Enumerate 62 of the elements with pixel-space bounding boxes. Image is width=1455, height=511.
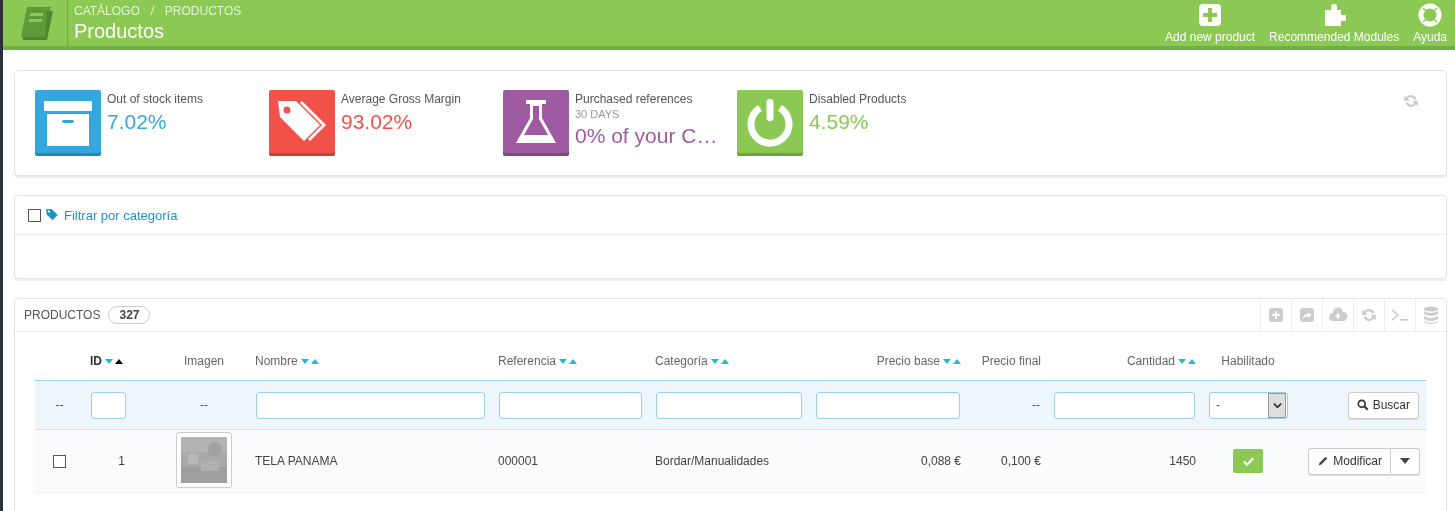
table-cell: 1450 (1169, 454, 1196, 468)
dropdown-button[interactable] (1391, 447, 1420, 475)
sort-descending-icon[interactable] (943, 359, 951, 365)
kpi-value: 0% of your C… (575, 124, 718, 148)
chevron-down-icon (1272, 400, 1282, 410)
sort-descending-icon[interactable] (1178, 359, 1186, 365)
kpi-label: Average Gross Margin (341, 92, 461, 106)
breadcrumb-link[interactable]: PRODUCTOS (164, 3, 242, 18)
breadcrumb-link[interactable]: CATÁLOGO (74, 3, 140, 18)
empty-filter: -- (1032, 398, 1040, 412)
kpi-period: 30 DAYS (575, 108, 621, 120)
filter-input[interactable] (1054, 391, 1195, 419)
table-cell: 0,100 € (1000, 454, 1041, 468)
page-title: Productos (74, 19, 166, 43)
column-header: Nombre (255, 354, 298, 368)
filter-select[interactable]: - (1209, 391, 1288, 419)
filter-input[interactable] (499, 391, 642, 419)
table-cell: 0,088 € (920, 454, 961, 468)
pencil-icon (1317, 455, 1330, 467)
sort-descending-icon[interactable] (300, 359, 309, 365)
refresh-icon[interactable] (1402, 92, 1420, 110)
table-cell: 000001 (498, 454, 539, 468)
checkbox[interactable] (28, 208, 41, 222)
kpi-value: 7.02% (107, 110, 168, 134)
search-button[interactable]: Buscar (1347, 391, 1419, 419)
column-header: Cantidad (1126, 354, 1175, 368)
search-icon (1356, 399, 1369, 411)
column-header: Habilitado (1221, 354, 1275, 368)
panel-title: PRODUCTOS (24, 308, 101, 322)
tags-icon (45, 208, 60, 222)
filter-input[interactable] (256, 391, 485, 419)
column-header: Precio base (876, 354, 940, 368)
kpi-value: 4.59% (809, 110, 870, 134)
filter-input[interactable] (91, 391, 126, 419)
row-checkbox[interactable] (53, 455, 66, 469)
column-header: Imagen (184, 354, 224, 368)
modules-link[interactable]: Recommended Modules (1269, 2, 1400, 44)
column-header: Referencia (498, 354, 557, 368)
empty-filter: -- (55, 398, 64, 412)
filter-input[interactable] (816, 391, 960, 419)
kpi-label: Purchased references (575, 92, 694, 106)
filter-input[interactable] (656, 391, 802, 419)
table-cell: Bordar/Manualidades (655, 454, 770, 468)
sort-ascending-icon[interactable] (115, 359, 123, 365)
enabled-check-icon[interactable] (1233, 449, 1263, 473)
help-link[interactable]: Ayuda (1413, 2, 1447, 44)
kpi-label: Out of stock items (107, 92, 204, 106)
add-product-link[interactable]: Add new product (1165, 2, 1256, 44)
table-cell: 1 (118, 454, 125, 468)
sort-descending-icon[interactable] (559, 359, 568, 365)
edit-button[interactable]: Modificar (1308, 447, 1391, 475)
kpi-value: 93.02% (341, 110, 414, 134)
column-header: Precio final (981, 354, 1041, 368)
caret-icon (1400, 458, 1410, 464)
filter-by-category-link[interactable]: Filtrar por categoría (64, 207, 178, 223)
kpi-label: Disabled Products (809, 92, 907, 106)
sort-descending-icon[interactable] (710, 359, 719, 365)
empty-filter: -- (200, 398, 208, 412)
puzzle-icon (1322, 2, 1347, 27)
column-header: Categoría (655, 354, 708, 368)
table-cell: TELA PANAMA (255, 454, 338, 468)
column-header: ID (90, 354, 102, 368)
